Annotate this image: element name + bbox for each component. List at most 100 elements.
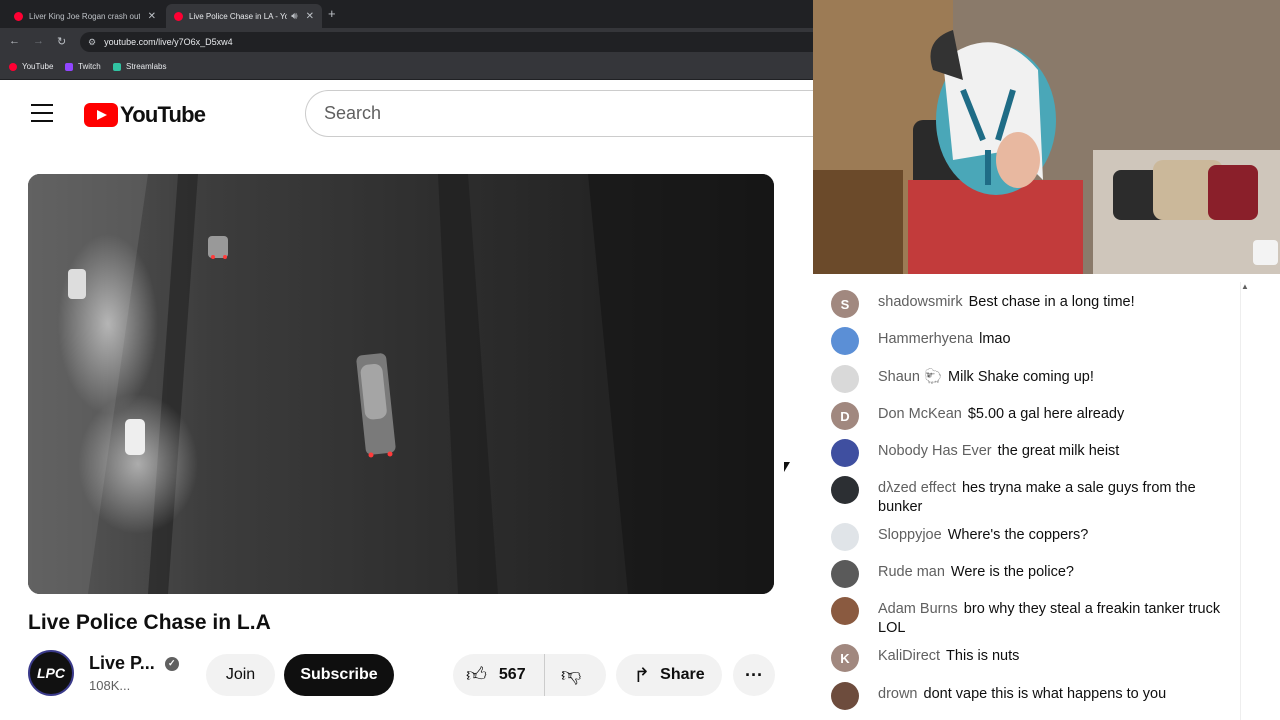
- chat-author[interactable]: Don McKean: [878, 406, 962, 422]
- chat-author[interactable]: Hammerhyena: [878, 331, 973, 347]
- subscriber-count: 108K...: [89, 678, 131, 693]
- subscribe-button[interactable]: Subscribe: [284, 654, 394, 696]
- tab-close-icon[interactable]: ✕: [306, 11, 314, 22]
- channel-owner: LPC Live P... ✓ 108K...: [28, 650, 179, 696]
- chat-avatar[interactable]: [831, 327, 859, 355]
- twitch-bookmark-icon: [65, 62, 73, 71]
- chat-author[interactable]: Nobody Has Ever: [878, 443, 992, 459]
- chat-avatar[interactable]: K: [831, 644, 859, 672]
- tab-label: Live Police Chase in LA - Yo: [189, 11, 288, 21]
- chat-avatar[interactable]: [831, 476, 859, 504]
- chat-author[interactable]: Adam Burns: [878, 601, 958, 617]
- webcam-image: [813, 0, 1280, 274]
- thumbs-down-icon: 👎︎: [561, 664, 582, 686]
- webcam-overlay: [813, 0, 1280, 274]
- chat-author[interactable]: drown: [878, 686, 918, 702]
- browser-tab[interactable]: Liver King Joe Rogan crash out ✕: [6, 4, 164, 28]
- chat-author[interactable]: Shaun 🐑: [878, 369, 942, 385]
- bookmark-youtube[interactable]: YouTube: [9, 62, 53, 71]
- streamlabs-bookmark-icon: [113, 62, 121, 71]
- chat-message: K KaliDirect This is nuts: [831, 644, 1241, 672]
- chat-author[interactable]: KaliDirect: [878, 648, 940, 664]
- chat-message: Adam Burns bro why they steal a freakin t…: [831, 597, 1241, 638]
- chat-message: D Don McKean $5.00 a gal here already: [831, 402, 1241, 430]
- chat-author[interactable]: shadowsmirk: [878, 294, 963, 310]
- chat-message: Hammerhyena lmao: [831, 327, 1241, 355]
- chat-text: Best chase in a long time!: [968, 294, 1135, 310]
- chat-avatar[interactable]: [831, 560, 859, 588]
- address-bar[interactable]: ⚙ youtube.com/live/y7O6x_D5xw4: [80, 32, 813, 52]
- share-label: Share: [660, 666, 705, 683]
- like-dislike-bar: 👍︎ 567 👎︎: [453, 654, 606, 696]
- chat-message: dλzed effect hes tryna make a sale guys f…: [831, 476, 1241, 517]
- channel-info: Live P... ✓ 108K...: [89, 653, 179, 693]
- channel-name[interactable]: Live P...: [89, 653, 155, 674]
- chat-avatar[interactable]: [831, 523, 859, 551]
- chat-text: dont vape this is what happens to you: [923, 686, 1167, 702]
- youtube-favicon-icon: [14, 11, 23, 21]
- chat-text: Were is the police?: [950, 564, 1074, 580]
- site-info-icon[interactable]: ⚙: [88, 37, 96, 48]
- chat-message: S shadowsmirk Best chase in a long time!: [831, 290, 1241, 318]
- menu-icon[interactable]: [31, 104, 53, 122]
- video-player[interactable]: [28, 174, 774, 594]
- youtube-page: YouTube Search Live Police Chase in L.A …: [0, 80, 813, 720]
- chat-author[interactable]: Sloppyjoe: [878, 527, 942, 543]
- youtube-bookmark-icon: [9, 62, 17, 71]
- bookmark-label: Streamlabs: [126, 62, 167, 71]
- like-button[interactable]: 👍︎ 567: [453, 654, 545, 696]
- like-count: 567: [498, 666, 526, 683]
- bookmark-label: YouTube: [22, 62, 54, 71]
- chat-text: This is nuts: [946, 648, 1020, 664]
- chat-text: lmao: [979, 331, 1011, 347]
- chat-text: the great milk heist: [997, 443, 1120, 459]
- reload-icon[interactable]: ↻: [57, 35, 66, 48]
- chat-message: Nobody Has Ever the great milk heist: [831, 439, 1241, 467]
- chat-text: $5.00 a gal here already: [967, 406, 1125, 422]
- mouse-cursor: [784, 462, 790, 472]
- thumbs-up-icon: 👍︎: [466, 664, 487, 686]
- chat-author[interactable]: dλzed effect: [878, 480, 956, 496]
- chat-avatar[interactable]: [831, 439, 859, 467]
- chat-message: Rude man Were is the police?: [831, 560, 1241, 588]
- chat-text: Where's the coppers?: [947, 527, 1089, 543]
- live-chat-panel: S shadowsmirkBest chase in a long time! …: [802, 274, 1280, 720]
- chat-avatar[interactable]: D: [831, 402, 859, 430]
- bookmark-twitch[interactable]: Twitch: [65, 62, 101, 71]
- tab-close-icon[interactable]: ✕: [148, 11, 156, 22]
- bookmark-label: Twitch: [78, 62, 101, 71]
- join-button[interactable]: Join: [206, 654, 275, 696]
- chat-message: drown dont vape this is what happens to y…: [831, 682, 1241, 710]
- bookmark-streamlabs[interactable]: Streamlabs: [113, 62, 166, 71]
- more-actions-button[interactable]: ···: [733, 654, 775, 696]
- channel-avatar[interactable]: LPC: [28, 650, 74, 696]
- chat-avatar[interactable]: S: [831, 290, 859, 318]
- channel-name-row[interactable]: Live P... ✓: [89, 653, 179, 674]
- youtube-logo[interactable]: YouTube: [84, 102, 206, 128]
- dislike-button[interactable]: 👎︎: [545, 663, 581, 687]
- share-button[interactable]: ↱ Share: [616, 654, 722, 696]
- video-frame: [28, 174, 774, 594]
- browser-tab-active[interactable]: Live Police Chase in LA - Yo 🔊︎ ✕: [166, 4, 322, 28]
- chat-avatar[interactable]: [831, 365, 859, 393]
- back-arrow-icon[interactable]: ←: [9, 35, 20, 47]
- youtube-play-icon: [84, 103, 118, 127]
- youtube-favicon-icon: [174, 11, 183, 21]
- speaker-icon[interactable]: 🔊︎: [291, 11, 297, 22]
- logo-wordmark: YouTube: [120, 102, 206, 127]
- share-arrow-icon: ↱: [633, 664, 651, 687]
- chat-scrollbar[interactable]: [1240, 282, 1250, 720]
- search-box[interactable]: [305, 90, 813, 137]
- chat-message: Shaun 🐑 Milk Shake coming up!: [831, 365, 1241, 393]
- tab-label: Liver King Joe Rogan crash out: [29, 11, 140, 21]
- browser-toolbar: ← → ↻ ⚙ youtube.com/live/y7O6x_D5xw4: [0, 28, 813, 56]
- search-input[interactable]: [324, 103, 813, 124]
- verified-check-icon: ✓: [164, 656, 179, 671]
- chat-avatar[interactable]: [831, 597, 859, 625]
- chat-avatar[interactable]: [831, 682, 859, 710]
- forward-arrow-icon[interactable]: →: [33, 35, 44, 47]
- chat-author[interactable]: Rude man: [878, 564, 945, 580]
- url-text: youtube.com/live/y7O6x_D5xw4: [104, 37, 233, 47]
- chat-text: Milk Shake coming up!: [948, 369, 1094, 385]
- new-tab-button[interactable]: +: [328, 6, 336, 21]
